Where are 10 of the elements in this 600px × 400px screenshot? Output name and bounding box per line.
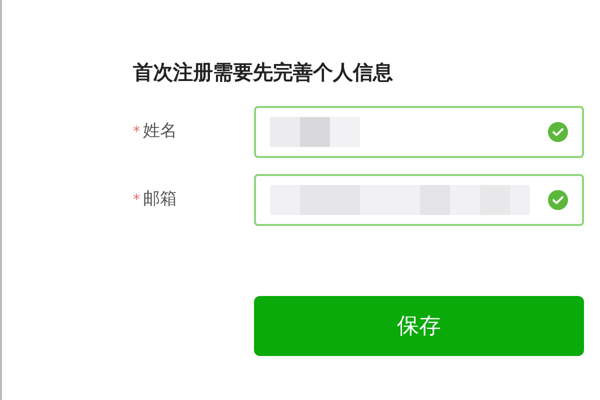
field-label: 姓名 xyxy=(143,120,177,144)
required-mark: * xyxy=(133,190,140,210)
check-icon xyxy=(548,190,568,210)
field-label: 邮箱 xyxy=(143,188,177,212)
save-button[interactable]: 保存 xyxy=(254,296,584,356)
required-mark: * xyxy=(133,122,140,142)
form-title: 首次注册需要先完善个人信息 xyxy=(133,59,394,86)
input-field[interactable] xyxy=(254,106,584,158)
check-icon xyxy=(548,122,568,142)
input-field[interactable] xyxy=(254,174,584,226)
